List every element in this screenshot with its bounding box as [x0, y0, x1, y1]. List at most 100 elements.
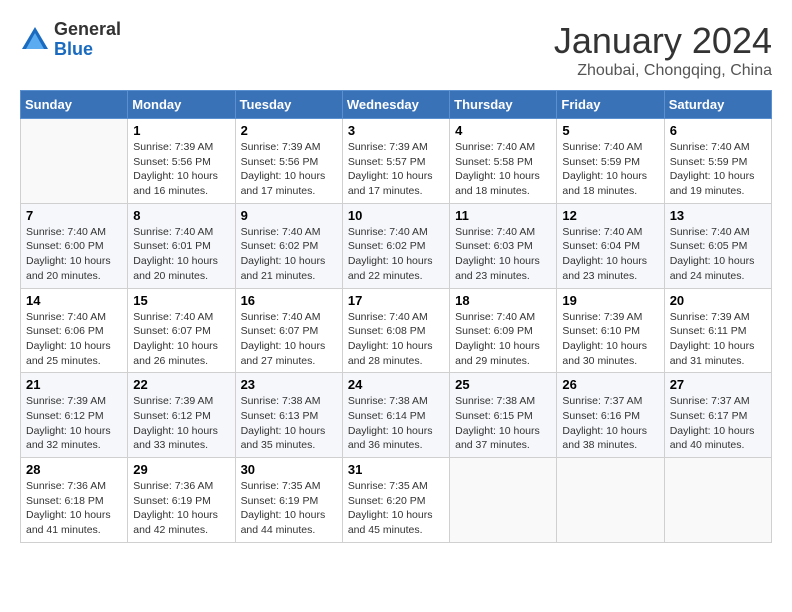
day-info: Sunrise: 7:39 AM Sunset: 6:10 PM Dayligh… [562, 310, 658, 369]
calendar-cell: 29 Sunrise: 7:36 AM Sunset: 6:19 PM Dayli… [128, 458, 235, 543]
day-number: 1 [133, 123, 229, 138]
day-number: 14 [26, 293, 122, 308]
logo-blue: Blue [54, 40, 121, 60]
week-row-0: 1 Sunrise: 7:39 AM Sunset: 5:56 PM Daylig… [21, 119, 772, 204]
calendar-cell: 12Sunrise: 7:40 AM Sunset: 6:04 PM Dayli… [557, 203, 664, 288]
calendar-cell: 24 Sunrise: 7:38 AM Sunset: 6:14 PM Dayli… [342, 373, 449, 458]
day-number: 30 [241, 462, 337, 477]
calendar-cell: 21Sunrise: 7:39 AM Sunset: 6:12 PM Dayli… [21, 373, 128, 458]
day-info: Sunrise: 7:40 AM Sunset: 6:08 PM Dayligh… [348, 310, 444, 369]
day-number: 24 [348, 377, 444, 392]
day-info: Sunrise: 7:38 AM Sunset: 6:15 PM Dayligh… [455, 394, 551, 453]
day-info: Sunrise: 7:40 AM Sunset: 6:07 PM Dayligh… [241, 310, 337, 369]
calendar-cell [450, 458, 557, 543]
day-number: 15 [133, 293, 229, 308]
header-saturday: Saturday [664, 91, 771, 119]
calendar-table: SundayMondayTuesdayWednesdayThursdayFrid… [20, 90, 772, 543]
day-number: 18 [455, 293, 551, 308]
day-number: 12 [562, 208, 658, 223]
title-block: January 2024 Zhoubai, Chongqing, China [554, 20, 772, 80]
day-info: Sunrise: 7:35 AM Sunset: 6:19 PM Dayligh… [241, 479, 337, 538]
week-row-1: 7 Sunrise: 7:40 AM Sunset: 6:00 PM Daylig… [21, 203, 772, 288]
day-info: Sunrise: 7:40 AM Sunset: 6:01 PM Dayligh… [133, 225, 229, 284]
calendar-cell: 11 Sunrise: 7:40 AM Sunset: 6:03 PM Dayli… [450, 203, 557, 288]
day-number: 10 [348, 208, 444, 223]
header-sunday: Sunday [21, 91, 128, 119]
page-header: General Blue January 2024 Zhoubai, Chong… [20, 20, 772, 80]
calendar-body: 1 Sunrise: 7:39 AM Sunset: 5:56 PM Daylig… [21, 119, 772, 543]
logo: General Blue [20, 20, 121, 60]
calendar-cell: 18 Sunrise: 7:40 AM Sunset: 6:09 PM Dayli… [450, 288, 557, 373]
calendar-cell [21, 119, 128, 204]
calendar-cell: 26 Sunrise: 7:37 AM Sunset: 6:16 PM Dayli… [557, 373, 664, 458]
day-info: Sunrise: 7:40 AM Sunset: 5:59 PM Dayligh… [670, 140, 766, 199]
header-friday: Friday [557, 91, 664, 119]
week-row-2: 14 Sunrise: 7:40 AM Sunset: 6:06 PM Dayli… [21, 288, 772, 373]
calendar-cell: 9 Sunrise: 7:40 AM Sunset: 6:02 PM Daylig… [235, 203, 342, 288]
day-info: Sunrise: 7:39 AM Sunset: 5:56 PM Dayligh… [133, 140, 229, 199]
logo-general: General [54, 20, 121, 40]
day-number: 29 [133, 462, 229, 477]
calendar-cell: 6 Sunrise: 7:40 AM Sunset: 5:59 PM Daylig… [664, 119, 771, 204]
day-info: Sunrise: 7:39 AM Sunset: 6:12 PM Dayligh… [133, 394, 229, 453]
day-number: 5 [562, 123, 658, 138]
day-info: Sunrise: 7:40 AM Sunset: 5:58 PM Dayligh… [455, 140, 551, 199]
subtitle: Zhoubai, Chongqing, China [554, 62, 772, 80]
logo-text: General Blue [54, 20, 121, 60]
calendar-cell: 7 Sunrise: 7:40 AM Sunset: 6:00 PM Daylig… [21, 203, 128, 288]
week-row-4: 28Sunrise: 7:36 AM Sunset: 6:18 PM Dayli… [21, 458, 772, 543]
day-info: Sunrise: 7:40 AM Sunset: 6:03 PM Dayligh… [455, 225, 551, 284]
day-info: Sunrise: 7:40 AM Sunset: 6:00 PM Dayligh… [26, 225, 122, 284]
day-info: Sunrise: 7:40 AM Sunset: 5:59 PM Dayligh… [562, 140, 658, 199]
calendar-cell: 28Sunrise: 7:36 AM Sunset: 6:18 PM Dayli… [21, 458, 128, 543]
day-info: Sunrise: 7:40 AM Sunset: 6:06 PM Dayligh… [26, 310, 122, 369]
calendar-cell: 23Sunrise: 7:38 AM Sunset: 6:13 PM Dayli… [235, 373, 342, 458]
day-info: Sunrise: 7:40 AM Sunset: 6:09 PM Dayligh… [455, 310, 551, 369]
calendar-cell: 14 Sunrise: 7:40 AM Sunset: 6:06 PM Dayli… [21, 288, 128, 373]
calendar-cell: 5 Sunrise: 7:40 AM Sunset: 5:59 PM Daylig… [557, 119, 664, 204]
day-number: 6 [670, 123, 766, 138]
calendar-cell [557, 458, 664, 543]
calendar-header: SundayMondayTuesdayWednesdayThursdayFrid… [21, 91, 772, 119]
calendar-cell: 1 Sunrise: 7:39 AM Sunset: 5:56 PM Daylig… [128, 119, 235, 204]
header-wednesday: Wednesday [342, 91, 449, 119]
calendar-cell: 4Sunrise: 7:40 AM Sunset: 5:58 PM Daylig… [450, 119, 557, 204]
day-number: 19 [562, 293, 658, 308]
day-number: 16 [241, 293, 337, 308]
day-info: Sunrise: 7:39 AM Sunset: 6:11 PM Dayligh… [670, 310, 766, 369]
calendar-cell: 13Sunrise: 7:40 AM Sunset: 6:05 PM Dayli… [664, 203, 771, 288]
calendar-cell: 15Sunrise: 7:40 AM Sunset: 6:07 PM Dayli… [128, 288, 235, 373]
day-number: 26 [562, 377, 658, 392]
day-number: 23 [241, 377, 337, 392]
day-number: 28 [26, 462, 122, 477]
day-number: 3 [348, 123, 444, 138]
calendar-cell: 22 Sunrise: 7:39 AM Sunset: 6:12 PM Dayli… [128, 373, 235, 458]
calendar-cell: 3 Sunrise: 7:39 AM Sunset: 5:57 PM Daylig… [342, 119, 449, 204]
day-info: Sunrise: 7:37 AM Sunset: 6:16 PM Dayligh… [562, 394, 658, 453]
logo-icon [20, 25, 50, 55]
header-thursday: Thursday [450, 91, 557, 119]
calendar-cell: 19 Sunrise: 7:39 AM Sunset: 6:10 PM Dayli… [557, 288, 664, 373]
day-number: 17 [348, 293, 444, 308]
day-info: Sunrise: 7:40 AM Sunset: 6:02 PM Dayligh… [241, 225, 337, 284]
day-info: Sunrise: 7:40 AM Sunset: 6:02 PM Dayligh… [348, 225, 444, 284]
day-info: Sunrise: 7:37 AM Sunset: 6:17 PM Dayligh… [670, 394, 766, 453]
calendar-cell: 30 Sunrise: 7:35 AM Sunset: 6:19 PM Dayli… [235, 458, 342, 543]
day-number: 31 [348, 462, 444, 477]
header-tuesday: Tuesday [235, 91, 342, 119]
calendar-cell: 10 Sunrise: 7:40 AM Sunset: 6:02 PM Dayli… [342, 203, 449, 288]
day-number: 9 [241, 208, 337, 223]
day-number: 11 [455, 208, 551, 223]
calendar-cell: 31 Sunrise: 7:35 AM Sunset: 6:20 PM Dayli… [342, 458, 449, 543]
calendar-cell: 20 Sunrise: 7:39 AM Sunset: 6:11 PM Dayli… [664, 288, 771, 373]
day-info: Sunrise: 7:36 AM Sunset: 6:19 PM Dayligh… [133, 479, 229, 538]
calendar-cell: 17 Sunrise: 7:40 AM Sunset: 6:08 PM Dayli… [342, 288, 449, 373]
day-number: 20 [670, 293, 766, 308]
day-info: Sunrise: 7:39 AM Sunset: 5:57 PM Dayligh… [348, 140, 444, 199]
day-info: Sunrise: 7:35 AM Sunset: 6:20 PM Dayligh… [348, 479, 444, 538]
day-info: Sunrise: 7:38 AM Sunset: 6:14 PM Dayligh… [348, 394, 444, 453]
day-number: 22 [133, 377, 229, 392]
main-title: January 2024 [554, 20, 772, 62]
day-number: 7 [26, 208, 122, 223]
day-number: 25 [455, 377, 551, 392]
